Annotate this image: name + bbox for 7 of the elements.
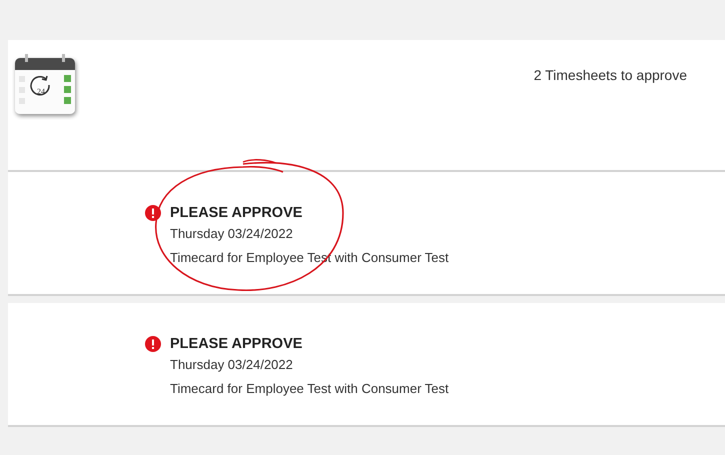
timesheet-card[interactable]: PLEASE APPROVE Thursday 03/24/2022 Timecard for Employee Test with Consumer Test <box>8 303 725 427</box>
item-date: Thursday 03/24/2022 <box>170 356 294 374</box>
approval-count-text: 2 Timesheets to approve <box>534 67 687 83</box>
item-date: Thursday 03/24/2022 <box>170 225 294 243</box>
item-description: Timecard for Employee Test with Consumer Test <box>170 380 449 398</box>
item-title: PLEASE APPROVE <box>170 204 304 222</box>
item-title: PLEASE APPROVE <box>170 335 304 353</box>
